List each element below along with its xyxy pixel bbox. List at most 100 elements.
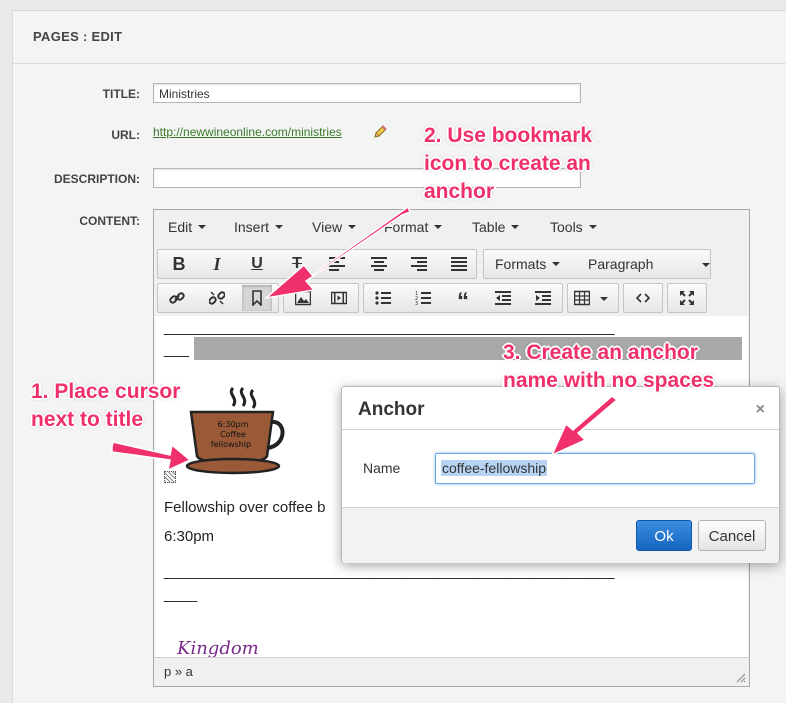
menu-tools-label: Tools <box>550 219 583 235</box>
resize-icon[interactable] <box>736 673 746 683</box>
chevron-down-icon <box>702 263 710 267</box>
italic-icon[interactable]: I <box>202 251 232 277</box>
menu-format[interactable]: Format <box>384 219 443 235</box>
coffee-cup-image[interactable]: 6:30pm Coffee fellowship <box>183 386 293 476</box>
anchor-marker-icon[interactable] <box>164 471 176 483</box>
description-label: DESCRIPTION: <box>53 172 140 186</box>
align-right-icon[interactable] <box>404 251 434 277</box>
cup-text-line2: fellowship <box>211 440 251 449</box>
rule-line-tail: ___ <box>164 341 190 358</box>
cup-text-time: 6:30pm <box>218 420 249 429</box>
anchor-dialog: Anchor × Name coffee-fellowship Ok Cance… <box>341 386 780 563</box>
annotation-step1: 1. Place cursor next to title <box>31 378 180 434</box>
toolbar-row-2: 123 “ <box>156 283 746 315</box>
annotation-step2-line3: anchor <box>424 180 495 203</box>
toolbar-group-formatting: B I U T <box>157 249 477 279</box>
annotation-step2-line2: icon to create an <box>424 152 591 175</box>
annotation-step1-line1: 1. Place cursor <box>31 380 181 403</box>
indent-icon[interactable] <box>528 285 558 311</box>
link-icon[interactable] <box>162 285 192 311</box>
blockquote-icon[interactable]: “ <box>448 285 478 315</box>
url-label: URL: <box>111 128 140 142</box>
menu-view[interactable]: View <box>312 219 357 235</box>
page-title: PAGES : EDIT <box>33 29 123 44</box>
menu-edit-label: Edit <box>168 219 193 235</box>
toolbar-group-styles: Formats Paragraph <box>483 249 711 279</box>
cup-text-line1: Coffee <box>220 430 246 439</box>
underline-icon[interactable]: U <box>242 251 272 277</box>
menu-insert[interactable]: Insert <box>234 219 284 235</box>
dialog-divider <box>342 429 779 430</box>
pencil-icon[interactable] <box>372 124 388 145</box>
unlink-icon[interactable] <box>202 285 232 311</box>
menu-table[interactable]: Table <box>472 219 520 235</box>
svg-text:3: 3 <box>415 301 418 306</box>
align-left-icon[interactable] <box>322 251 352 277</box>
bookmark-icon[interactable] <box>242 285 272 311</box>
name-label: Name <box>363 460 401 476</box>
menu-edit[interactable]: Edit <box>168 219 207 235</box>
partial-text: Kingdom <box>177 638 259 658</box>
annotation-step3: 3. Create an anchor name with no spaces <box>503 339 714 395</box>
media-icon[interactable] <box>324 285 354 311</box>
formats-dropdown-label: Formats <box>495 256 547 272</box>
formats-dropdown[interactable]: Formats <box>495 256 561 272</box>
outdent-icon[interactable] <box>488 285 518 311</box>
toolbar-group-media <box>283 283 359 313</box>
menu-insert-label: Insert <box>234 219 270 235</box>
toolbar-group-links <box>157 283 279 313</box>
time-text: 6:30pm <box>164 528 215 545</box>
chevron-down-icon <box>511 225 520 230</box>
image-icon[interactable] <box>288 285 318 311</box>
panel-header: PAGES : EDIT <box>13 11 786 64</box>
rule-line: ________________________________________… <box>164 563 615 580</box>
strikethrough-icon[interactable]: T <box>282 251 312 277</box>
editor-menubar: Edit Insert View Format Table Tools <box>154 210 749 246</box>
content-label: CONTENT: <box>79 214 140 228</box>
bullet-list-icon[interactable] <box>368 285 398 311</box>
toolbar-group-code <box>623 283 663 313</box>
table-icon[interactable] <box>570 285 616 311</box>
rule-line: ________________________________________… <box>164 319 615 336</box>
menu-view-label: View <box>312 219 343 235</box>
block-format-label: Paragraph <box>588 256 654 272</box>
chevron-down-icon <box>434 225 443 230</box>
anchor-name-input[interactable]: coffee-fellowship <box>435 453 755 484</box>
toolbar-row-1: B I U T Formats Paragraph <box>156 249 746 279</box>
ok-button[interactable]: Ok <box>636 520 692 551</box>
annotation-step2: 2. Use bookmark icon to create an anchor <box>424 122 592 206</box>
paragraph-text: Fellowship over coffee b <box>164 499 326 516</box>
align-center-icon[interactable] <box>364 251 394 277</box>
close-icon[interactable]: × <box>756 401 765 419</box>
toolbar-group-table <box>567 283 619 313</box>
anchor-name-value: coffee-fellowship <box>441 460 548 476</box>
rule-line-tail: ____ <box>164 586 198 603</box>
toolbar-group-lists: 123 “ <box>363 283 563 315</box>
dialog-footer: Ok Cancel <box>342 507 779 563</box>
annotation-step1-line2: next to title <box>31 408 144 431</box>
annotation-step2-line1: 2. Use bookmark <box>424 124 593 147</box>
annotation-step3-line2: name with no spaces <box>503 369 715 392</box>
menu-table-label: Table <box>472 219 506 235</box>
bold-icon[interactable]: B <box>164 251 194 277</box>
dialog-title: Anchor <box>358 399 425 420</box>
menu-format-label: Format <box>384 219 429 235</box>
numbered-list-icon[interactable]: 123 <box>408 285 438 311</box>
editor-statusbar: p » a <box>154 657 749 686</box>
chevron-down-icon <box>600 297 608 301</box>
chevron-down-icon <box>348 225 357 230</box>
title-label: TITLE: <box>102 87 140 101</box>
element-path[interactable]: p » a <box>164 664 193 679</box>
chevron-down-icon <box>552 262 561 267</box>
code-icon[interactable] <box>628 285 658 311</box>
toolbar-group-view <box>667 283 707 313</box>
url-link[interactable]: http://newwineonline.com/ministries <box>153 125 342 139</box>
fullscreen-icon[interactable] <box>672 285 702 311</box>
menu-tools[interactable]: Tools <box>550 219 597 235</box>
chevron-down-icon <box>275 225 284 230</box>
align-justify-icon[interactable] <box>444 251 474 277</box>
cancel-button[interactable]: Cancel <box>698 520 766 551</box>
title-input[interactable]: Ministries <box>153 83 581 103</box>
block-format-dropdown[interactable]: Paragraph <box>588 256 710 272</box>
annotation-step3-line1: 3. Create an anchor <box>503 341 698 364</box>
